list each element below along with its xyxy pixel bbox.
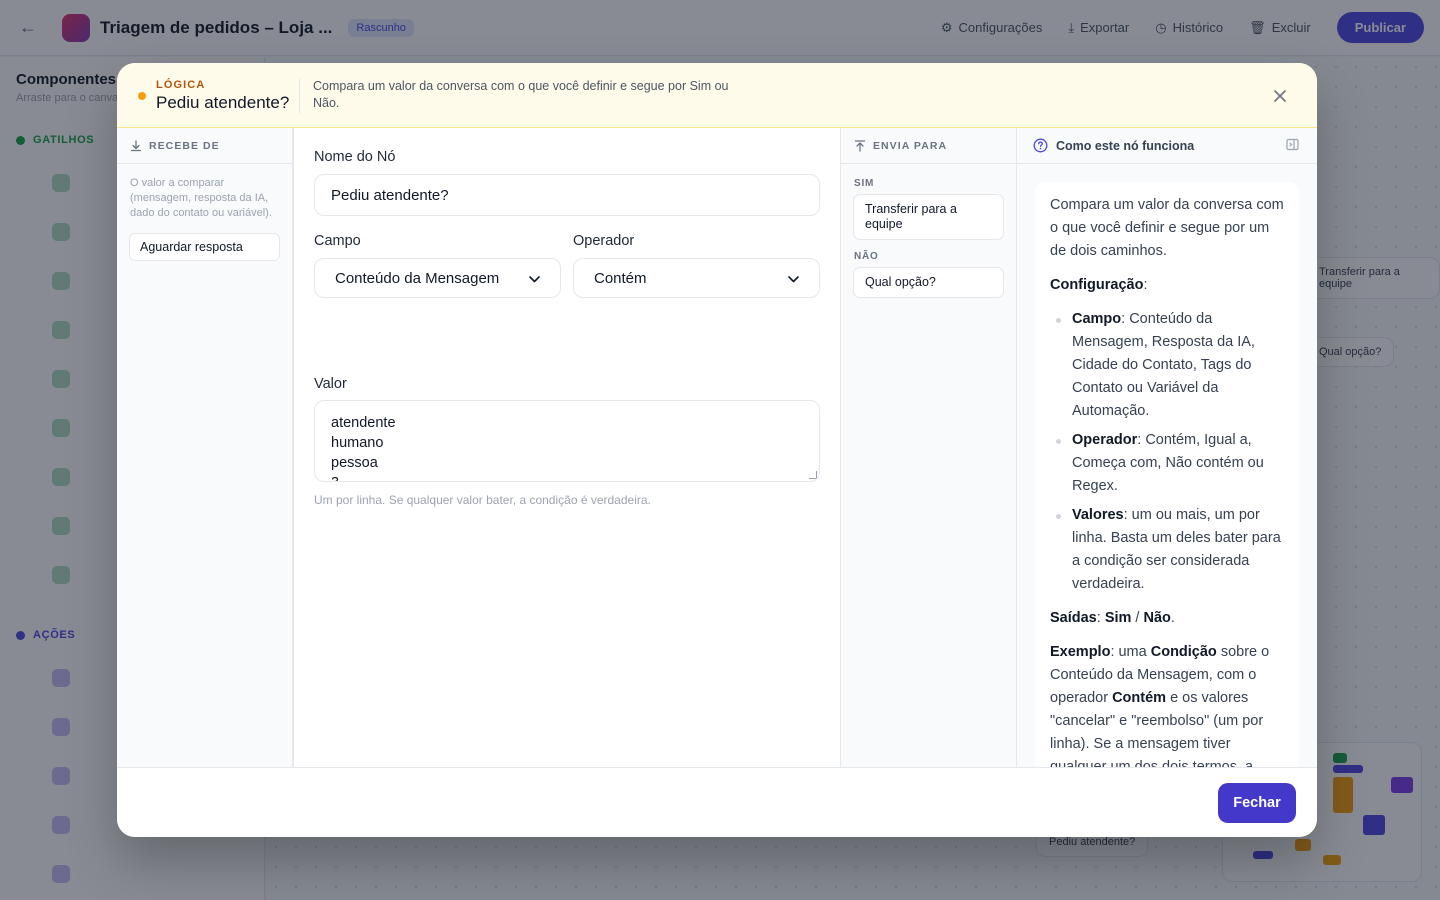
modal-description: Compara um valor da conversa com o que v… <box>313 79 729 110</box>
node-editor-modal: LÓGICA Pediu atendente? Compara um valor… <box>117 63 1317 837</box>
yes-branch-label: SIM <box>854 178 875 189</box>
help-term: Saídas <box>1050 610 1097 626</box>
help-panel: Como este nó funciona Compara um valor d… <box>1017 128 1317 782</box>
help-term: Campo <box>1072 311 1122 327</box>
close-button[interactable]: Fechar <box>1218 783 1296 823</box>
help-term: Sim <box>1104 610 1132 626</box>
node-category: LÓGICA <box>156 79 206 91</box>
upload-icon <box>854 139 866 152</box>
help-intro: Compara um valor da conversa com o que v… <box>1050 197 1284 259</box>
help-header: Como este nó funciona <box>1017 128 1317 164</box>
modal-header: LÓGICA Pediu atendente? Compara um valor… <box>117 63 1317 128</box>
help-item-values: Valores: um ou mais, um por linha. Basta… <box>1056 504 1284 596</box>
field-select-value: Conteúdo da Mensagem <box>335 269 500 287</box>
node-form: Nome do Nó Campo Conteúdo da Mensagem Op… <box>293 128 840 767</box>
receives-from-title: RECEBE DE <box>149 139 220 152</box>
values-textarea[interactable]: atendente humano pessoa 3 <box>314 400 820 482</box>
help-content: Compara um valor da conversa com o que v… <box>1035 182 1299 782</box>
help-term: Valores <box>1072 507 1124 523</box>
help-text: : Conteúdo da Mensagem, Resposta da IA, … <box>1072 311 1255 419</box>
help-text: : uma <box>1110 644 1151 660</box>
help-term: Não <box>1143 610 1171 626</box>
download-icon <box>130 139 142 151</box>
category-dot <box>138 92 146 100</box>
receives-from-header: RECEBE DE <box>117 128 292 164</box>
modal-footer: Fechar <box>117 767 1317 837</box>
value-line: pessoa <box>331 455 378 471</box>
operator-select[interactable]: Contém <box>573 258 820 298</box>
help-term: Exemplo <box>1050 644 1111 660</box>
receives-from-description: O valor a comparar (mensagem, resposta d… <box>130 177 272 219</box>
help-outputs: Saídas: Sim / Não. <box>1050 610 1175 626</box>
chevron-down-icon <box>529 271 540 286</box>
field-label: Campo <box>314 233 361 249</box>
help-term: Operador <box>1072 432 1138 448</box>
field-select[interactable]: Conteúdo da Mensagem <box>314 258 561 298</box>
sends-to-title: ENVIA PARA <box>873 139 948 152</box>
yes-target-node[interactable]: Transferir para a equipe <box>853 194 1004 240</box>
collapse-panel-icon[interactable] <box>1286 138 1299 154</box>
help-title: Como este nó funciona <box>1056 138 1195 153</box>
value-line: humano <box>331 435 384 451</box>
node-name-input[interactable] <box>314 174 820 216</box>
resize-handle[interactable] <box>809 471 817 479</box>
node-name-label: Nome do Nó <box>314 149 396 165</box>
no-target-node[interactable]: Qual opção? <box>853 267 1004 298</box>
source-node-pill[interactable]: Aguardar resposta <box>129 233 280 261</box>
help-term: Contém <box>1112 690 1167 706</box>
values-help-text: Um por linha. Se qualquer valor bater, a… <box>314 493 651 507</box>
help-config-list: Campo: Conteúdo da Mensagem, Resposta da… <box>1056 308 1284 596</box>
close-icon[interactable] <box>1269 85 1291 107</box>
help-example: Exemplo: uma Condição sobre o Conteúdo d… <box>1050 641 1284 779</box>
operator-label: Operador <box>573 233 635 249</box>
help-circle-icon <box>1033 138 1048 153</box>
operator-select-value: Contém <box>594 269 647 287</box>
sends-to-header: ENVIA PARA <box>841 128 1016 164</box>
help-item-field: Campo: Conteúdo da Mensagem, Resposta da… <box>1056 308 1284 423</box>
modal-title: Pediu atendente? <box>156 93 290 112</box>
receives-from-panel: RECEBE DE O valor a comparar (mensagem, … <box>117 128 293 767</box>
header-divider <box>299 79 300 113</box>
help-item-operator: Operador: Contém, Igual a, Começa com, N… <box>1056 429 1284 498</box>
value-line: atendente <box>331 415 396 431</box>
sends-to-panel: ENVIA PARA SIM Transferir para a equipe … <box>840 128 1017 767</box>
value-label: Valor <box>314 376 347 392</box>
no-branch-label: NÃO <box>854 251 879 262</box>
value-line: 3 <box>331 473 803 481</box>
help-term: Condição <box>1150 644 1217 660</box>
chevron-down-icon <box>788 271 799 286</box>
help-config-title: Configuração <box>1050 277 1144 293</box>
help-config-heading: Configuração: <box>1050 277 1148 293</box>
